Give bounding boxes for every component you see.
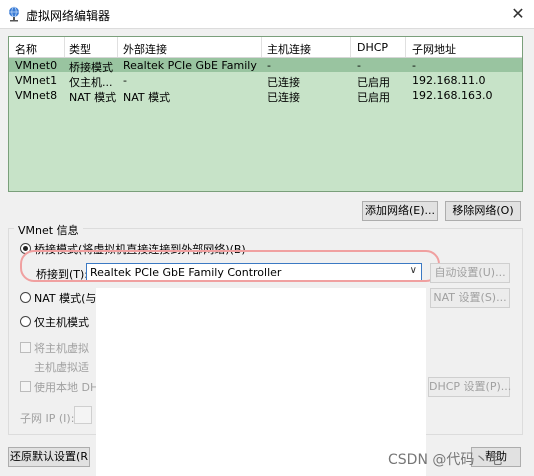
network-globe-icon <box>9 6 19 22</box>
subnet-ip-label: 子网 IP (I): <box>20 412 75 425</box>
table-row[interactable]: VMnet8 NAT 模式 NAT 模式 已连接 已启用 192.168.163… <box>9 88 522 104</box>
column-separator[interactable] <box>350 37 351 57</box>
column-header-type[interactable]: 类型 <box>69 41 91 56</box>
annotation-highlight <box>20 250 440 282</box>
restore-defaults-button[interactable]: 还原默认设置(R <box>8 447 90 467</box>
column-separator[interactable] <box>64 37 65 57</box>
column-header-host[interactable]: 主机连接 <box>267 41 311 56</box>
table-cell: VMnet8 <box>15 89 58 102</box>
column-header-dhcp[interactable]: DHCP <box>357 41 388 55</box>
table-cell: Realtek PCIe GbE Family Co... <box>123 59 261 72</box>
table-cell: - <box>123 74 127 87</box>
close-icon[interactable]: ✕ <box>506 2 530 26</box>
hostonly-mode-radio[interactable] <box>20 316 31 327</box>
window-title: 虚拟网络编辑器 <box>26 9 111 23</box>
network-table[interactable]: 名称 类型 外部连接 主机连接 DHCP 子网地址 VMnet0 桥接模式 Re… <box>8 36 523 192</box>
table-cell: 192.168.11.0 <box>412 74 486 87</box>
table-cell: - <box>357 59 361 72</box>
connect-host-adapter-checkbox[interactable] <box>20 342 31 353</box>
host-adapter-name-label: 主机虚拟适 <box>34 361 89 374</box>
table-cell: 已连接 <box>267 91 300 104</box>
table-cell: 192.168.163.0 <box>412 89 493 102</box>
table-cell: 已启用 <box>357 91 390 104</box>
table-cell: - <box>412 59 416 72</box>
column-header-subnet[interactable]: 子网地址 <box>412 41 456 56</box>
table-row[interactable]: VMnet0 桥接模式 Realtek PCIe GbE Family Co..… <box>9 58 522 74</box>
dhcp-settings-button[interactable]: DHCP 设置(P)... <box>428 377 511 397</box>
column-separator[interactable] <box>117 37 118 57</box>
vmnet-info-label: VMnet 信息 <box>14 222 83 238</box>
column-separator[interactable] <box>261 37 262 57</box>
column-header-name[interactable]: 名称 <box>15 41 37 56</box>
remove-network-button[interactable]: 移除网络(O) <box>445 201 521 221</box>
add-network-button[interactable]: 添加网络(E)... <box>362 201 438 221</box>
table-cell: VMnet0 <box>15 59 58 72</box>
connect-host-adapter-label: 将主机虚拟 <box>34 342 89 355</box>
table-header: 名称 类型 外部连接 主机连接 DHCP 子网地址 <box>9 37 522 58</box>
table-cell: - <box>267 59 271 72</box>
occlusion-overlay <box>96 288 426 476</box>
use-local-dhcp-checkbox[interactable] <box>20 381 31 392</box>
table-row[interactable]: VMnet1 仅主机... - 已连接 已启用 192.168.11.0 <box>9 73 522 89</box>
table-cell: NAT 模式 <box>123 91 171 104</box>
use-local-dhcp-label: 使用本地 DH <box>34 381 99 394</box>
nat-mode-radio[interactable] <box>20 292 31 303</box>
nat-settings-button[interactable]: NAT 设置(S)... <box>430 288 510 308</box>
table-cell: NAT 模式 <box>69 91 117 104</box>
nat-mode-label[interactable]: NAT 模式(与 <box>34 290 96 306</box>
subnet-ip-field[interactable] <box>74 406 92 424</box>
auto-settings-button[interactable]: 自动设置(U)... <box>430 263 510 283</box>
table-cell: VMnet1 <box>15 74 58 87</box>
watermark-text: CSDN @代码丶毛 <box>388 452 503 468</box>
column-separator[interactable] <box>405 37 406 57</box>
column-header-external[interactable]: 外部连接 <box>123 41 167 56</box>
hostonly-mode-label[interactable]: 仅主机模式 <box>34 314 89 330</box>
